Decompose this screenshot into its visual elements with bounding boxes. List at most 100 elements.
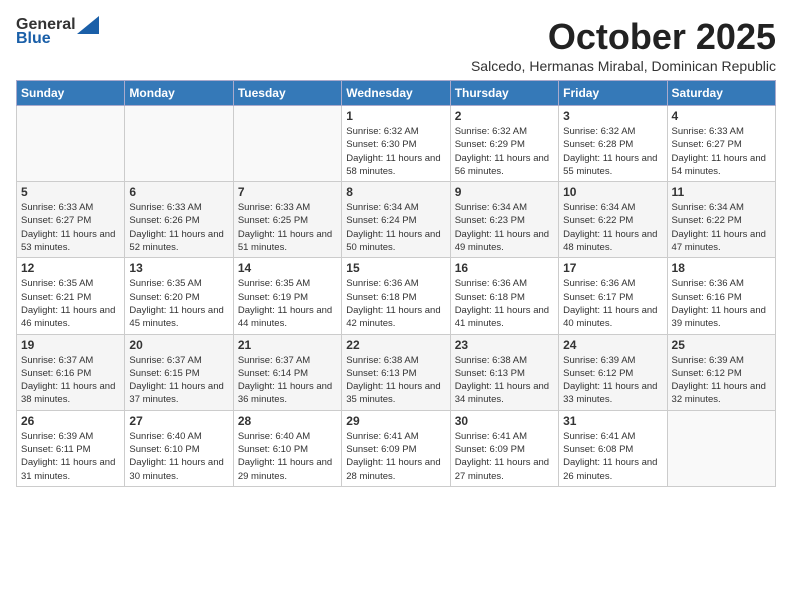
calendar-day-cell: 28 Sunrise: 6:40 AMSunset: 6:10 PMDayligh… — [233, 410, 341, 486]
day-number: 9 — [455, 185, 554, 199]
day-number: 11 — [672, 185, 771, 199]
day-number: 12 — [21, 261, 120, 275]
day-number: 13 — [129, 261, 228, 275]
day-info: Sunrise: 6:36 AMSunset: 6:18 PMDaylight:… — [346, 277, 445, 330]
day-info: Sunrise: 6:34 AMSunset: 6:24 PMDaylight:… — [346, 201, 445, 254]
day-number: 8 — [346, 185, 445, 199]
calendar-weekday-header: Friday — [559, 81, 667, 106]
day-info: Sunrise: 6:33 AMSunset: 6:27 PMDaylight:… — [672, 125, 771, 178]
day-number: 27 — [129, 414, 228, 428]
day-number: 19 — [21, 338, 120, 352]
calendar-week-row: 1Sunrise: 6:32 AMSunset: 6:30 PMDaylight… — [17, 106, 776, 182]
calendar-day-cell: 4 Sunrise: 6:33 AMSunset: 6:27 PMDaylight… — [667, 106, 775, 182]
day-info: Sunrise: 6:36 AMSunset: 6:16 PMDaylight:… — [672, 277, 771, 330]
day-number: 22 — [346, 338, 445, 352]
calendar-day-cell: 10 Sunrise: 6:34 AMSunset: 6:22 PMDayligh… — [559, 182, 667, 258]
calendar-day-cell: 7 Sunrise: 6:33 AMSunset: 6:25 PMDaylight… — [233, 182, 341, 258]
day-number: 21 — [238, 338, 337, 352]
calendar-day-cell: 23 Sunrise: 6:38 AMSunset: 6:13 PMDayligh… — [450, 334, 558, 410]
day-number: 25 — [672, 338, 771, 352]
day-number: 23 — [455, 338, 554, 352]
day-number: 4 — [672, 109, 771, 123]
calendar-header-row: SundayMondayTuesdayWednesdayThursdayFrid… — [17, 81, 776, 106]
month-title: October 2025 — [471, 16, 776, 58]
calendar-day-cell: 1Sunrise: 6:32 AMSunset: 6:30 PMDaylight… — [342, 106, 450, 182]
day-info: Sunrise: 6:32 AMSunset: 6:28 PMDaylight:… — [563, 125, 662, 178]
day-info: Sunrise: 6:40 AMSunset: 6:10 PMDaylight:… — [129, 430, 228, 483]
calendar-day-cell: 8 Sunrise: 6:34 AMSunset: 6:24 PMDaylight… — [342, 182, 450, 258]
day-number: 20 — [129, 338, 228, 352]
calendar-day-cell: 26Sunrise: 6:39 AMSunset: 6:11 PMDayligh… — [17, 410, 125, 486]
day-number: 17 — [563, 261, 662, 275]
calendar-day-cell: 2Sunrise: 6:32 AMSunset: 6:29 PMDaylight… — [450, 106, 558, 182]
calendar-day-cell: 29Sunrise: 6:41 AMSunset: 6:09 PMDayligh… — [342, 410, 450, 486]
calendar-day-cell — [125, 106, 233, 182]
calendar-day-cell — [667, 410, 775, 486]
calendar-day-cell: 24 Sunrise: 6:39 AMSunset: 6:12 PMDayligh… — [559, 334, 667, 410]
calendar-weekday-header: Sunday — [17, 81, 125, 106]
location-subtitle: Salcedo, Hermanas Mirabal, Dominican Rep… — [471, 58, 776, 74]
day-number: 24 — [563, 338, 662, 352]
calendar-day-cell: 5 Sunrise: 6:33 AMSunset: 6:27 PMDaylight… — [17, 182, 125, 258]
calendar-day-cell: 25Sunrise: 6:39 AMSunset: 6:12 PMDayligh… — [667, 334, 775, 410]
calendar-week-row: 19 Sunrise: 6:37 AMSunset: 6:16 PMDayligh… — [17, 334, 776, 410]
day-info: Sunrise: 6:35 AMSunset: 6:19 PMDaylight:… — [238, 277, 337, 330]
calendar-weekday-header: Thursday — [450, 81, 558, 106]
calendar-day-cell: 13 Sunrise: 6:35 AMSunset: 6:20 PMDayligh… — [125, 258, 233, 334]
day-info: Sunrise: 6:39 AMSunset: 6:11 PMDaylight:… — [21, 430, 120, 483]
calendar-day-cell: 30 Sunrise: 6:41 AMSunset: 6:09 PMDayligh… — [450, 410, 558, 486]
day-info: Sunrise: 6:37 AMSunset: 6:16 PMDaylight:… — [21, 354, 120, 407]
day-info: Sunrise: 6:38 AMSunset: 6:13 PMDaylight:… — [455, 354, 554, 407]
logo-bird-icon — [77, 16, 99, 34]
calendar-day-cell: 3Sunrise: 6:32 AMSunset: 6:28 PMDaylight… — [559, 106, 667, 182]
day-number: 6 — [129, 185, 228, 199]
day-info: Sunrise: 6:33 AMSunset: 6:27 PMDaylight:… — [21, 201, 120, 254]
calendar-day-cell: 6 Sunrise: 6:33 AMSunset: 6:26 PMDaylight… — [125, 182, 233, 258]
calendar-weekday-header: Wednesday — [342, 81, 450, 106]
calendar-day-cell — [17, 106, 125, 182]
day-number: 15 — [346, 261, 445, 275]
day-number: 30 — [455, 414, 554, 428]
calendar-day-cell: 17Sunrise: 6:36 AMSunset: 6:17 PMDayligh… — [559, 258, 667, 334]
calendar-body: 1Sunrise: 6:32 AMSunset: 6:30 PMDaylight… — [17, 106, 776, 487]
day-info: Sunrise: 6:40 AMSunset: 6:10 PMDaylight:… — [238, 430, 337, 483]
calendar-day-cell: 14 Sunrise: 6:35 AMSunset: 6:19 PMDayligh… — [233, 258, 341, 334]
day-number: 10 — [563, 185, 662, 199]
calendar-day-cell: 15 Sunrise: 6:36 AMSunset: 6:18 PMDayligh… — [342, 258, 450, 334]
day-info: Sunrise: 6:34 AMSunset: 6:22 PMDaylight:… — [563, 201, 662, 254]
day-number: 14 — [238, 261, 337, 275]
page-header: General Blue October 2025 Salcedo, Herma… — [16, 16, 776, 74]
day-info: Sunrise: 6:41 AMSunset: 6:09 PMDaylight:… — [455, 430, 554, 483]
day-info: Sunrise: 6:34 AMSunset: 6:23 PMDaylight:… — [455, 201, 554, 254]
day-number: 16 — [455, 261, 554, 275]
day-info: Sunrise: 6:36 AMSunset: 6:18 PMDaylight:… — [455, 277, 554, 330]
day-info: Sunrise: 6:33 AMSunset: 6:25 PMDaylight:… — [238, 201, 337, 254]
calendar-table: SundayMondayTuesdayWednesdayThursdayFrid… — [16, 80, 776, 487]
calendar-week-row: 26Sunrise: 6:39 AMSunset: 6:11 PMDayligh… — [17, 410, 776, 486]
day-info: Sunrise: 6:37 AMSunset: 6:14 PMDaylight:… — [238, 354, 337, 407]
day-info: Sunrise: 6:35 AMSunset: 6:20 PMDaylight:… — [129, 277, 228, 330]
day-number: 28 — [238, 414, 337, 428]
day-info: Sunrise: 6:33 AMSunset: 6:26 PMDaylight:… — [129, 201, 228, 254]
logo-blue: Blue — [16, 30, 51, 48]
calendar-day-cell: 12 Sunrise: 6:35 AMSunset: 6:21 PMDayligh… — [17, 258, 125, 334]
day-info: Sunrise: 6:39 AMSunset: 6:12 PMDaylight:… — [563, 354, 662, 407]
title-block: October 2025 Salcedo, Hermanas Mirabal, … — [471, 16, 776, 74]
calendar-weekday-header: Monday — [125, 81, 233, 106]
calendar-day-cell: 20 Sunrise: 6:37 AMSunset: 6:15 PMDayligh… — [125, 334, 233, 410]
day-number: 7 — [238, 185, 337, 199]
calendar-weekday-header: Tuesday — [233, 81, 341, 106]
calendar-day-cell: 21 Sunrise: 6:37 AMSunset: 6:14 PMDayligh… — [233, 334, 341, 410]
day-info: Sunrise: 6:37 AMSunset: 6:15 PMDaylight:… — [129, 354, 228, 407]
day-info: Sunrise: 6:38 AMSunset: 6:13 PMDaylight:… — [346, 354, 445, 407]
calendar-day-cell: 18 Sunrise: 6:36 AMSunset: 6:16 PMDayligh… — [667, 258, 775, 334]
calendar-day-cell: 27 Sunrise: 6:40 AMSunset: 6:10 PMDayligh… — [125, 410, 233, 486]
day-info: Sunrise: 6:35 AMSunset: 6:21 PMDaylight:… — [21, 277, 120, 330]
calendar-day-cell — [233, 106, 341, 182]
day-number: 18 — [672, 261, 771, 275]
calendar-day-cell: 16 Sunrise: 6:36 AMSunset: 6:18 PMDayligh… — [450, 258, 558, 334]
calendar-day-cell: 22 Sunrise: 6:38 AMSunset: 6:13 PMDayligh… — [342, 334, 450, 410]
day-number: 5 — [21, 185, 120, 199]
day-number: 31 — [563, 414, 662, 428]
calendar-week-row: 12 Sunrise: 6:35 AMSunset: 6:21 PMDayligh… — [17, 258, 776, 334]
